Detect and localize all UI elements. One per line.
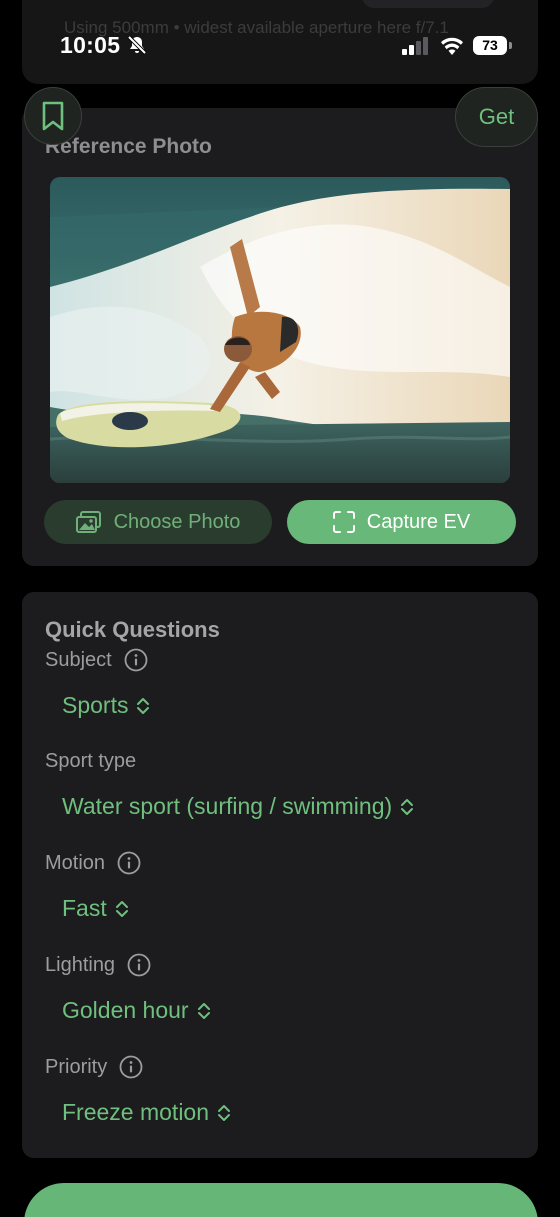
surfer-photo	[50, 177, 510, 483]
bookmark-icon	[42, 101, 64, 131]
viewfinder-icon	[332, 511, 355, 533]
motion-value: Fast	[62, 895, 107, 921]
motion-label-row: Motion	[45, 851, 141, 875]
lighting-label-row: Lighting	[45, 953, 151, 977]
priority-picker[interactable]: Freeze motion	[62, 1099, 231, 1126]
status-time: 10:05	[60, 32, 121, 58]
priority-label-row: Priority	[45, 1055, 143, 1079]
priority-info-icon[interactable]	[119, 1055, 143, 1079]
quick-questions-card: Quick Questions Subject Sports Sport typ…	[22, 592, 538, 1158]
battery-nub	[509, 42, 512, 49]
sport-type-value: Water sport (surfing / swimming)	[62, 793, 393, 819]
sport-type-picker[interactable]: Water sport (surfing / swimming)	[62, 793, 414, 820]
choose-photo-label: Choose Photo	[113, 510, 241, 533]
reference-photo-card: Reference Photo Choose Photo Capture EV	[22, 108, 538, 566]
chevron-up-down-icon	[115, 900, 128, 917]
status-bar: 10:05 73	[0, 0, 560, 90]
chevron-up-down-icon	[401, 798, 414, 815]
motion-picker[interactable]: Fast	[62, 895, 129, 922]
motion-info-icon[interactable]	[117, 851, 141, 875]
choose-photo-button[interactable]: Choose Photo	[44, 500, 272, 544]
bell-slash-icon	[127, 35, 147, 55]
wifi-icon	[441, 37, 463, 55]
primary-action-button[interactable]	[24, 1183, 538, 1217]
priority-label: Priority	[45, 1055, 108, 1078]
lighting-picker[interactable]: Golden hour	[62, 997, 211, 1024]
get-button[interactable]: Get	[455, 87, 538, 147]
cellular-signal-icon	[402, 37, 428, 55]
lighting-label: Lighting	[45, 953, 116, 976]
subject-info-icon[interactable]	[124, 648, 148, 672]
motion-label: Motion	[45, 851, 106, 874]
capture-ev-label: Capture EV	[366, 510, 471, 533]
battery-indicator: 73	[473, 36, 507, 55]
sport-type-label: Sport type	[45, 750, 137, 772]
sport-type-label-row: Sport type	[45, 750, 136, 773]
lighting-info-icon[interactable]	[127, 953, 151, 977]
reference-photo-image[interactable]	[50, 177, 510, 483]
subject-label: Subject	[45, 648, 112, 671]
capture-ev-button[interactable]: Capture EV	[287, 500, 516, 544]
subject-picker[interactable]: Sports	[62, 692, 150, 719]
priority-value: Freeze motion	[62, 1099, 210, 1125]
quick-questions-title: Quick Questions	[45, 617, 220, 642]
lighting-value: Golden hour	[62, 997, 189, 1023]
chevron-up-down-icon	[137, 697, 150, 714]
photo-gallery-icon	[75, 511, 101, 533]
bookmark-button[interactable]	[24, 87, 82, 145]
chevron-up-down-icon	[197, 1002, 210, 1019]
subject-label-row: Subject	[45, 648, 148, 672]
subject-value: Sports	[62, 692, 129, 718]
chevron-up-down-icon	[218, 1104, 231, 1121]
